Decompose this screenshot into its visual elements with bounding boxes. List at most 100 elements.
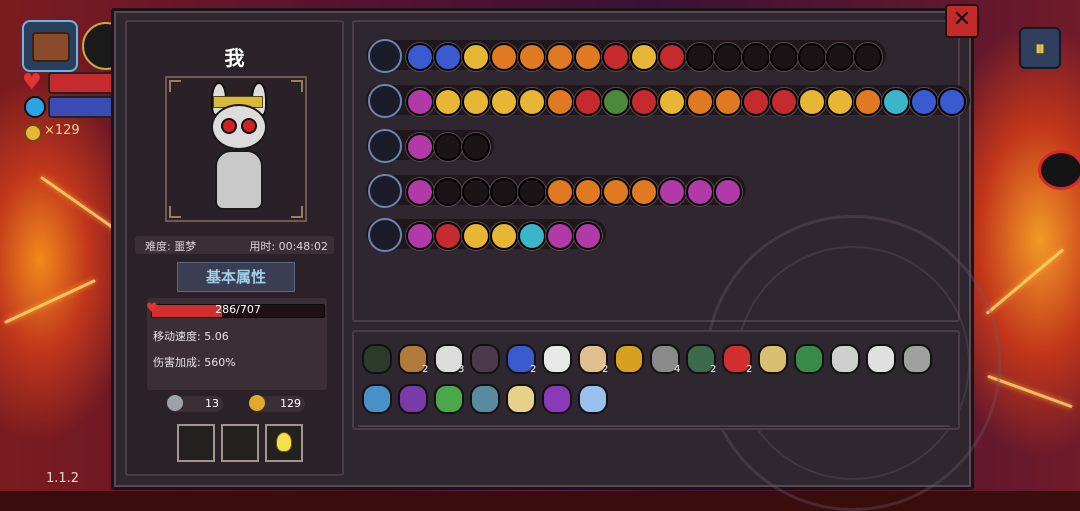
- empty-slot[interactable]: [854, 43, 882, 71]
- skill-slot-icon[interactable]: [406, 178, 434, 206]
- skill-slot-icon[interactable]: [630, 88, 658, 116]
- skill-slot-icon[interactable]: [658, 88, 686, 116]
- magnifier-icon[interactable]: [362, 384, 392, 414]
- empty-slot[interactable]: [770, 43, 798, 71]
- skill-slot-icon[interactable]: [798, 88, 826, 116]
- skill-slot-icon[interactable]: [602, 43, 630, 71]
- empty-slot[interactable]: [686, 43, 714, 71]
- skill-slot-icon[interactable]: [602, 178, 630, 206]
- character-portrait: [165, 76, 307, 222]
- basic-attributes-tab[interactable]: 基本属性: [177, 262, 295, 292]
- skill-slot-icon[interactable]: [630, 178, 658, 206]
- empty-slot[interactable]: [826, 43, 854, 71]
- key-count: 13: [205, 397, 219, 410]
- skill-slot-icon[interactable]: [574, 222, 602, 250]
- purple-boot-icon[interactable]: [542, 384, 572, 414]
- skill-slot-icon[interactable]: [434, 88, 462, 116]
- skill-slot-icon[interactable]: [462, 222, 490, 250]
- move-speed-stat: 移动速度: 5.06: [153, 330, 229, 343]
- skill-slot-icon[interactable]: [490, 88, 518, 116]
- skill-slot-icon[interactable]: [518, 88, 546, 116]
- purple-orb-icon[interactable]: [368, 129, 402, 163]
- skill-slot-icon[interactable]: [406, 222, 434, 250]
- empty-slot[interactable]: [798, 43, 826, 71]
- skill-slot-icon[interactable]: [518, 43, 546, 71]
- dagger-icon[interactable]: [902, 344, 932, 374]
- quill-icon[interactable]: [866, 344, 896, 374]
- horned-helm-icon[interactable]: [470, 344, 500, 374]
- skill-slot-icon[interactable]: [910, 88, 938, 116]
- skill-slot-icon[interactable]: [938, 88, 966, 116]
- scepter-weapon-icon[interactable]: [368, 174, 402, 208]
- white-gem-icon[interactable]: [830, 344, 860, 374]
- hud-chest-button[interactable]: [22, 20, 78, 72]
- close-button[interactable]: ✕: [945, 4, 979, 38]
- skill-slot-icon[interactable]: [854, 88, 882, 116]
- skill-slot-icon[interactable]: [406, 133, 434, 161]
- skill-slot-icon[interactable]: [770, 88, 798, 116]
- skill-slot-icon[interactable]: [462, 43, 490, 71]
- pause-button[interactable]: ⏸: [1019, 27, 1061, 69]
- skill-slot-icon[interactable]: [546, 88, 574, 116]
- gauntlet-icon[interactable]: [614, 344, 644, 374]
- consumable-slot[interactable]: [265, 424, 303, 462]
- blue-egg-icon[interactable]: [578, 384, 608, 414]
- rune-book-icon[interactable]: [398, 384, 428, 414]
- skill-slot-icon[interactable]: [714, 88, 742, 116]
- skill-slot-icon[interactable]: [686, 88, 714, 116]
- heart-icon: ♥: [22, 70, 42, 95]
- skill-slot-icon[interactable]: [658, 178, 686, 206]
- empty-slot[interactable]: [462, 133, 490, 161]
- empty-slot[interactable]: [462, 178, 490, 206]
- skill-slot-icon[interactable]: [518, 222, 546, 250]
- crystal-ball-icon[interactable]: [470, 384, 500, 414]
- skill-slot-icon[interactable]: [546, 178, 574, 206]
- bread-icon[interactable]: [506, 384, 536, 414]
- skill-slot-icon[interactable]: [602, 88, 630, 116]
- empty-slot[interactable]: [434, 133, 462, 161]
- gold-rune-icon[interactable]: [368, 218, 402, 252]
- skill-slot-icon[interactable]: [462, 88, 490, 116]
- character-head: [211, 104, 267, 150]
- item-count: 2: [746, 364, 753, 375]
- leaf-wand-icon[interactable]: [434, 384, 464, 414]
- empty-slot[interactable]: [742, 43, 770, 71]
- player-hp-bar: ♥ 286/707: [146, 301, 325, 318]
- player-name: 我: [224, 46, 245, 70]
- skill-slot-icon[interactable]: [490, 43, 518, 71]
- treasure-chest-icon[interactable]: [368, 39, 402, 73]
- stats-box: ♥ 286/707 移动速度: 5.06 伤害加成: 560%: [146, 298, 327, 390]
- consumable-slot[interactable]: [177, 424, 215, 462]
- antler-icon[interactable]: [758, 344, 788, 374]
- skill-slot-icon[interactable]: [574, 178, 602, 206]
- skill-slot-icon[interactable]: [574, 43, 602, 71]
- coin-count: 129: [280, 397, 301, 410]
- item-count: 2: [422, 364, 429, 375]
- empty-slot[interactable]: [490, 178, 518, 206]
- green-boot-icon[interactable]: [794, 344, 824, 374]
- mana-orb-icon: [24, 96, 46, 118]
- skill-slot-icon[interactable]: [658, 43, 686, 71]
- skill-slot-icon[interactable]: [714, 178, 742, 206]
- skill-slot-icon[interactable]: [686, 178, 714, 206]
- skill-slot-icon[interactable]: [826, 88, 854, 116]
- skill-slot-icon[interactable]: [434, 43, 462, 71]
- skill-slot-icon[interactable]: [546, 222, 574, 250]
- skill-slot-icon[interactable]: [882, 88, 910, 116]
- skill-slot-icon[interactable]: [490, 222, 518, 250]
- key-icon: [167, 395, 183, 411]
- empty-slot[interactable]: [714, 43, 742, 71]
- empty-slot[interactable]: [518, 178, 546, 206]
- skill-slot-icon[interactable]: [574, 88, 602, 116]
- skill-slot-icon[interactable]: [546, 43, 574, 71]
- skill-slot-icon[interactable]: [406, 88, 434, 116]
- skill-slot-icon[interactable]: [406, 43, 434, 71]
- skill-slot-icon[interactable]: [742, 88, 770, 116]
- skill-slot-icon[interactable]: [630, 43, 658, 71]
- staff-weapon-icon[interactable]: [368, 84, 402, 118]
- skill-slot-icon[interactable]: [434, 222, 462, 250]
- empty-slot[interactable]: [434, 178, 462, 206]
- wing-icon[interactable]: [542, 344, 572, 374]
- consumable-slot[interactable]: [221, 424, 259, 462]
- hooded-mask-icon[interactable]: [362, 344, 392, 374]
